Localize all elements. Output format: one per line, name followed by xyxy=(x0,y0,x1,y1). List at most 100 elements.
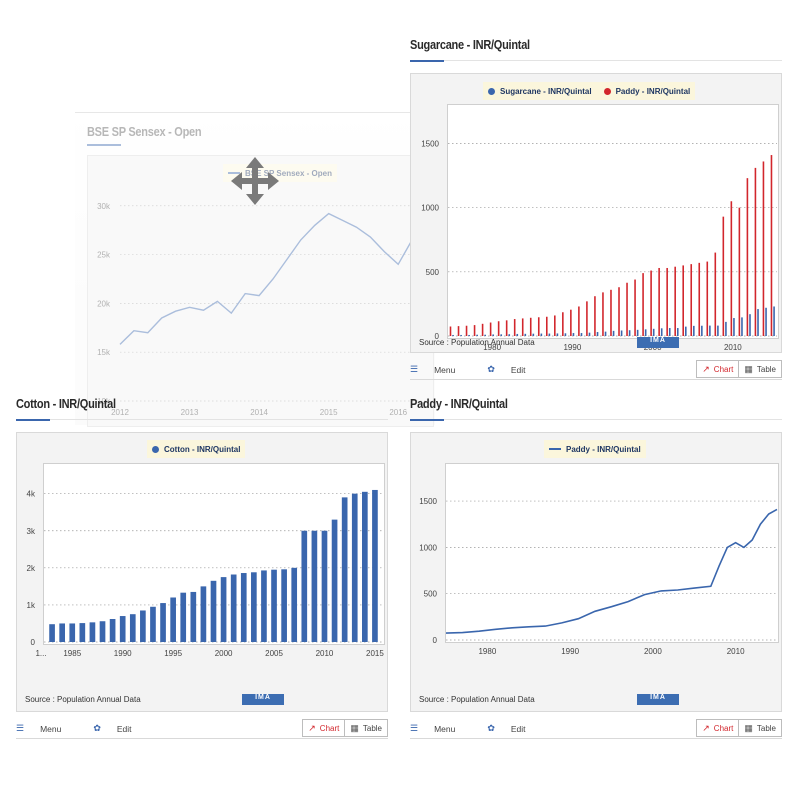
menu-button[interactable]: ☰ Menu xyxy=(410,723,471,734)
x-tick-label: 1990 xyxy=(114,649,132,658)
bar-sugarcane-1 xyxy=(626,282,628,336)
bar-sugarcane-0 xyxy=(652,328,655,336)
bar-sugarcane-1 xyxy=(489,322,492,336)
bar-sugarcane-0 xyxy=(564,333,567,336)
bar-sugarcane-0 xyxy=(476,334,478,336)
sugarcane-chart-panel: Sugarcane - INR/Quintal Paddy - INR/Quin… xyxy=(410,73,782,353)
chart-icon: ↗ xyxy=(308,722,316,733)
x-tick-label: 2010 xyxy=(727,647,745,656)
tab-table-label: Table xyxy=(362,723,382,733)
bar-sugarcane-0 xyxy=(540,333,543,336)
source-note: Source : Population Annual Data xyxy=(25,695,141,704)
bar-cotton-0 xyxy=(49,624,55,642)
bar-sugarcane-1 xyxy=(770,155,773,336)
y-tick-label: 1000 xyxy=(421,204,439,213)
bar-cotton-0 xyxy=(220,577,227,642)
bar-sugarcane-0 xyxy=(644,329,647,336)
bar-sugarcane-1 xyxy=(666,267,668,336)
bar-sugarcane-0 xyxy=(604,331,607,336)
bar-sugarcane-0 xyxy=(660,328,663,336)
bar-sugarcane-1 xyxy=(738,207,741,336)
bar-cotton-0 xyxy=(230,574,237,642)
bar-sugarcane-0 xyxy=(452,334,454,336)
bar-sugarcane-1 xyxy=(537,317,540,336)
bar-sugarcane-1 xyxy=(465,325,468,336)
bar-sugarcane-1 xyxy=(554,315,556,336)
x-tick-label: 1985 xyxy=(63,649,81,658)
bar-sugarcane-1 xyxy=(674,266,676,336)
x-tick-label: 1... xyxy=(35,649,46,658)
tab-table[interactable]: ▦ Table xyxy=(739,720,781,736)
tab-table[interactable]: ▦ Table xyxy=(739,361,781,377)
footer-divider xyxy=(16,738,388,739)
y-tick-label: 3k xyxy=(27,527,36,536)
bar-sugarcane-0 xyxy=(548,333,551,336)
paddy-widget-footer: ☰ Menu ✿ Edit ↗ Chart ▦ Table xyxy=(410,719,782,739)
edit-label: Edit xyxy=(510,364,526,375)
bar-sugarcane-0 xyxy=(556,333,559,336)
bar-cotton-0 xyxy=(251,572,257,642)
bar-cotton-0 xyxy=(190,591,197,642)
bar-cotton-0 xyxy=(271,569,277,642)
bar-sugarcane-0 xyxy=(773,306,775,336)
bar-sugarcane-0 xyxy=(741,317,743,336)
bar-cotton-0 xyxy=(351,493,358,642)
title-divider xyxy=(410,60,782,61)
title-divider xyxy=(410,419,782,420)
x-tick-label: 2015 xyxy=(366,649,384,658)
tab-chart[interactable]: ↗ Chart xyxy=(697,361,740,377)
move-icon[interactable] xyxy=(231,157,279,205)
bar-sugarcane-1 xyxy=(562,312,564,336)
bar-sugarcane-0 xyxy=(733,318,735,336)
bar-sugarcane-0 xyxy=(484,334,486,336)
bar-sugarcane-0 xyxy=(668,328,671,336)
bar-sugarcane-0 xyxy=(516,333,519,336)
edit-button[interactable]: ✿ Edit xyxy=(487,723,541,734)
bar-cotton-0 xyxy=(321,530,328,642)
tab-chart-label: Chart xyxy=(319,723,340,733)
bar-sugarcane-0 xyxy=(580,333,583,336)
bar-sugarcane-1 xyxy=(497,321,500,336)
tab-chart[interactable]: ↗ Chart xyxy=(697,720,740,736)
y-tick-label: 0 xyxy=(31,638,36,647)
footer-divider xyxy=(410,738,782,739)
bar-cotton-0 xyxy=(240,573,247,642)
bar-cotton-0 xyxy=(311,530,318,642)
table-icon: ▦ xyxy=(744,363,753,374)
bar-cotton-0 xyxy=(170,597,176,642)
title-accent xyxy=(410,419,444,421)
y-tick-label: 30k xyxy=(97,202,111,211)
y-tick-label: 1k xyxy=(27,601,36,610)
bar-sugarcane-1 xyxy=(570,309,572,336)
menu-icon: ☰ xyxy=(16,723,25,733)
title-accent xyxy=(410,60,444,62)
menu-label: Menu xyxy=(434,723,456,734)
bar-sugarcane-0 xyxy=(468,334,470,336)
bar-sugarcane-0 xyxy=(628,330,631,336)
bar-cotton-0 xyxy=(119,616,126,642)
edit-button[interactable]: ✿ Edit xyxy=(487,364,541,375)
menu-button[interactable]: ☰ Menu xyxy=(410,364,471,375)
bar-sugarcane-1 xyxy=(602,292,604,336)
menu-label: Menu xyxy=(434,364,456,375)
bar-sugarcane-0 xyxy=(685,326,687,336)
tab-table[interactable]: ▦ Table xyxy=(345,720,387,736)
menu-button[interactable]: ☰ Menu xyxy=(16,723,77,734)
x-tick-label: 2000 xyxy=(215,649,233,658)
bar-sugarcane-0 xyxy=(612,330,615,336)
paddy-widget: Paddy - INR/Quintal Paddy - INR/Quintal … xyxy=(410,397,782,739)
bar-sugarcane-0 xyxy=(620,330,623,336)
bar-sugarcane-1 xyxy=(618,287,620,336)
edit-label: Edit xyxy=(116,723,132,734)
bar-sugarcane-0 xyxy=(492,334,495,336)
bar-sugarcane-1 xyxy=(746,178,749,336)
series-line-ghost xyxy=(119,212,413,345)
bar-sugarcane-0 xyxy=(749,314,751,336)
tab-chart[interactable]: ↗ Chart xyxy=(303,720,346,736)
bar-sugarcane-1 xyxy=(762,161,765,336)
menu-label: Menu xyxy=(40,723,62,734)
edit-button[interactable]: ✿ Edit xyxy=(93,723,147,734)
sugarcane-widget-footer: ☰ Menu ✿ Edit ↗ Chart ▦ Table xyxy=(410,360,782,380)
bar-sugarcane-0 xyxy=(572,333,575,336)
bar-sugarcane-1 xyxy=(634,279,636,336)
